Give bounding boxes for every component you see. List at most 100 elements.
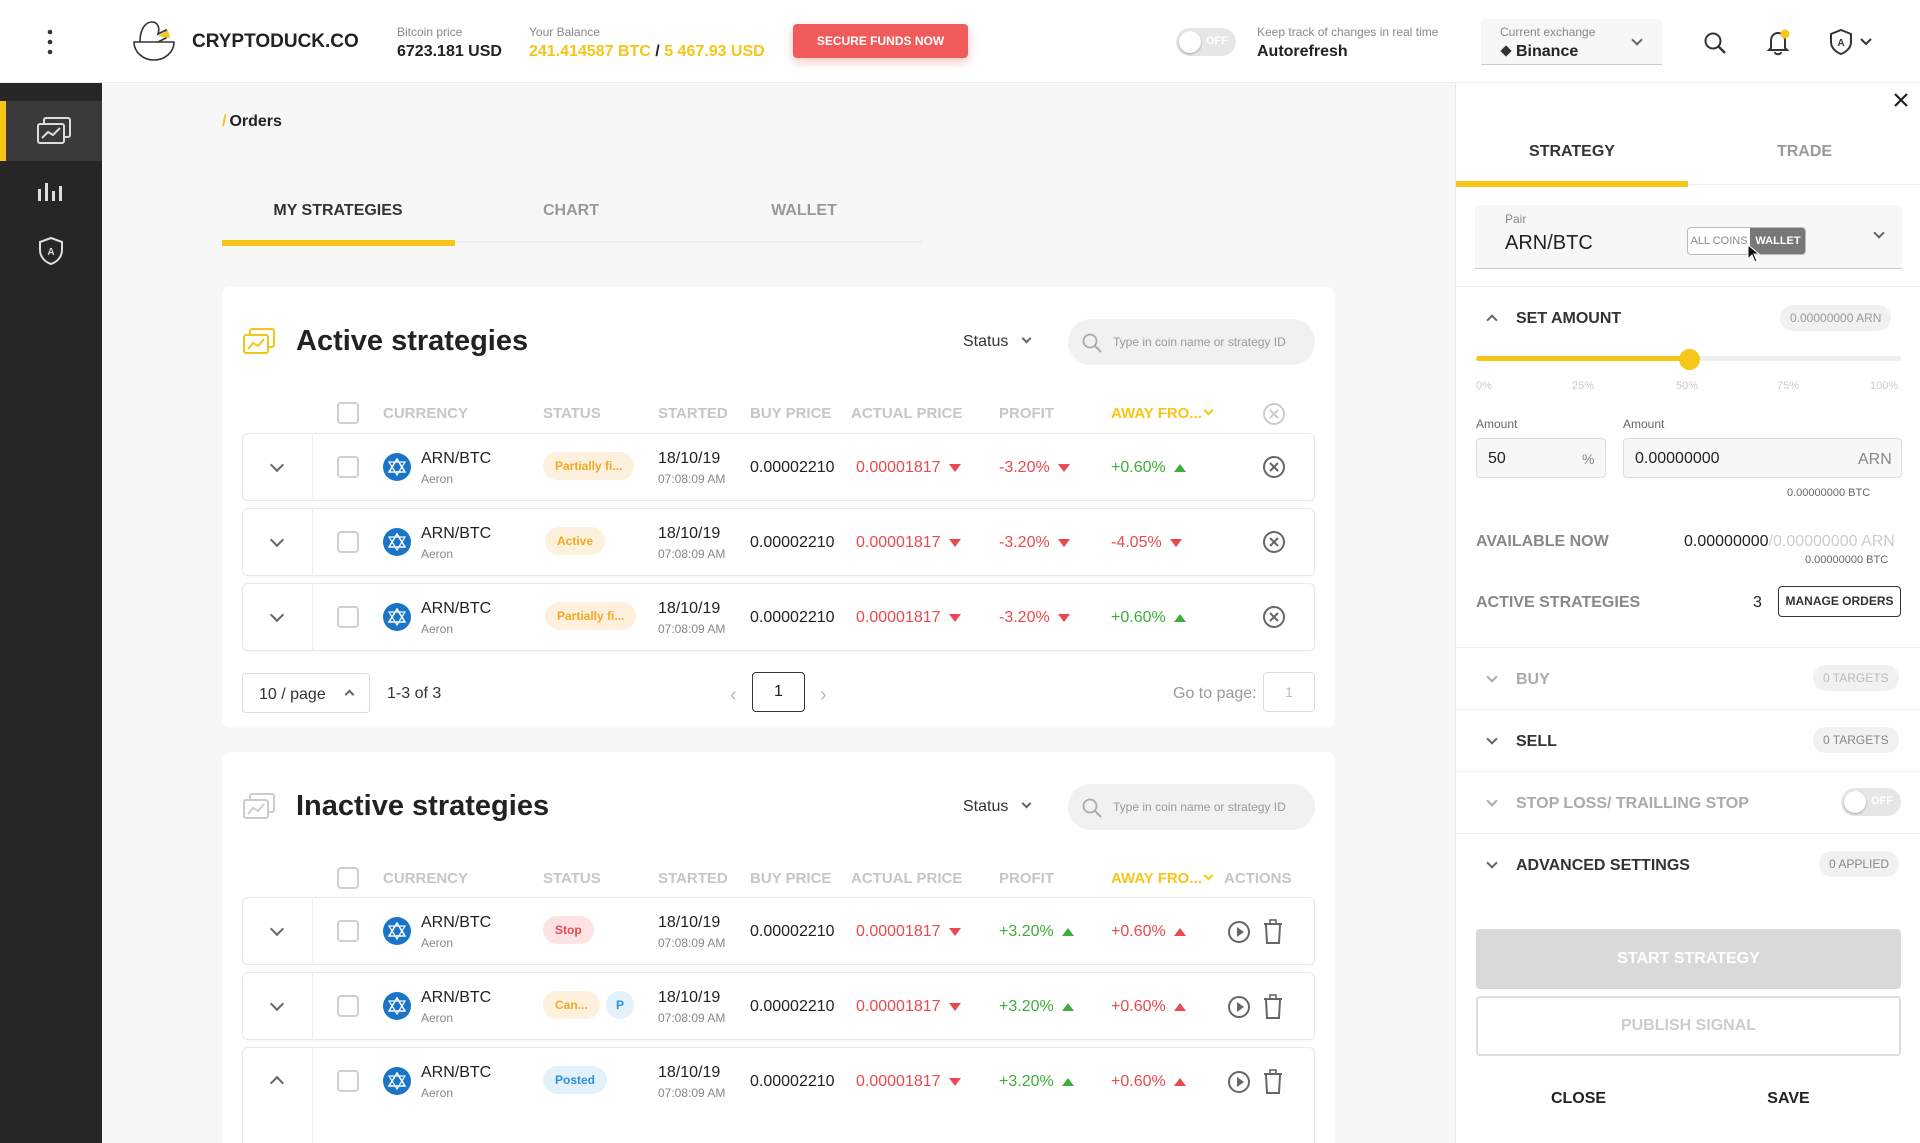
cancel-icon[interactable]: [1262, 530, 1286, 554]
top-header: CRYPTODUCK.CO Bitcoin price 6723.181 USD…: [0, 0, 1920, 83]
select-all-checkbox[interactable]: [337, 867, 359, 889]
started-date: 18/10/19: [658, 525, 721, 542]
down-arrow-icon: [948, 613, 961, 622]
status-filter-label: Status: [963, 798, 1009, 815]
stop-loss-toggle[interactable]: OFF: [1841, 788, 1901, 816]
up-arrow-icon: [1061, 927, 1074, 936]
sidebar-item-strategies[interactable]: [0, 101, 102, 161]
set-amount-title[interactable]: SET AMOUNT: [1516, 310, 1621, 328]
actual-price-value: 0.00001817: [856, 1073, 941, 1090]
down-arrow-icon: [948, 1077, 961, 1086]
column-header-actual-price[interactable]: ACTUAL PRICE: [851, 405, 962, 422]
panel-tab-strategy[interactable]: STRATEGY: [1456, 143, 1688, 161]
active-search-input[interactable]: Type in coin name or strategy ID: [1068, 319, 1315, 365]
up-arrow-icon: [1173, 927, 1186, 936]
publish-signal-button[interactable]: PUBLISH SIGNAL: [1476, 996, 1901, 1056]
column-header-started[interactable]: STARTED: [658, 405, 728, 422]
play-icon[interactable]: [1227, 1070, 1251, 1094]
inactive-search-input[interactable]: Type in coin name or strategy ID: [1068, 784, 1315, 830]
prev-page-icon[interactable]: ‹: [730, 684, 737, 707]
up-arrow-icon: [1061, 1002, 1074, 1011]
column-header-started[interactable]: STARTED: [658, 870, 728, 887]
cancel-icon[interactable]: [1262, 605, 1286, 629]
actual-price-value: 0.00001817: [856, 609, 941, 626]
panel-tab-trade[interactable]: TRADE: [1688, 143, 1920, 161]
account-shield-icon[interactable]: A: [1828, 27, 1878, 57]
column-header-buy-price[interactable]: BUY PRICE: [750, 405, 831, 422]
trash-icon[interactable]: [1262, 1069, 1284, 1095]
sell-title[interactable]: SELL: [1516, 733, 1557, 751]
manage-orders-button[interactable]: MANAGE ORDERS: [1778, 586, 1901, 617]
amount-percent-field[interactable]: 50 %: [1476, 438, 1606, 478]
buy-title[interactable]: BUY: [1516, 671, 1550, 689]
tab-wallet[interactable]: WALLET: [688, 202, 920, 220]
trash-icon[interactable]: [1262, 994, 1284, 1020]
currency-pair: ARN/BTC: [421, 1064, 492, 1081]
slider-handle[interactable]: [1678, 349, 1700, 370]
column-header-profit[interactable]: PROFIT: [999, 405, 1054, 422]
amount-arn-unit: ARN: [1858, 451, 1892, 468]
page-size-select[interactable]: 10 / page: [242, 673, 370, 713]
close-button[interactable]: CLOSE: [1456, 1090, 1701, 1108]
exchange-select[interactable]: Current exchange Binance: [1481, 19, 1662, 65]
amount-arn-label: Amount: [1623, 417, 1665, 431]
row-checkbox[interactable]: [337, 920, 359, 942]
balance-btc: 241.414587 BTC: [529, 43, 651, 60]
save-button[interactable]: SAVE: [1666, 1090, 1911, 1108]
active-status-filter[interactable]: Status: [963, 333, 1032, 351]
next-page-icon[interactable]: ›: [820, 684, 827, 707]
row-checkbox[interactable]: [337, 531, 359, 553]
svg-text:A: A: [47, 247, 54, 258]
play-icon[interactable]: [1227, 920, 1251, 944]
inactive-status-filter[interactable]: Status: [963, 798, 1032, 816]
row-checkbox[interactable]: [337, 456, 359, 478]
row-checkbox[interactable]: [337, 1070, 359, 1092]
status-badge: Partially fi...: [545, 602, 637, 630]
start-strategy-button[interactable]: START STRATEGY: [1476, 929, 1901, 989]
posted-badge: P: [606, 991, 634, 1019]
column-header-buy-price[interactable]: BUY PRICE: [750, 870, 831, 887]
column-header-actual-price[interactable]: ACTUAL PRICE: [851, 870, 962, 887]
tab-my-strategies[interactable]: MY STRATEGIES: [222, 202, 454, 220]
notification-bell-icon[interactable]: [1766, 28, 1792, 56]
select-all-checkbox[interactable]: [337, 402, 359, 424]
away-from-value: -4.05%: [1111, 534, 1162, 551]
menu-icon[interactable]: [44, 28, 56, 56]
row-checkbox[interactable]: [337, 606, 359, 628]
column-header-currency[interactable]: CURRENCY: [383, 405, 468, 422]
panel-tab-active-indicator: [1456, 181, 1688, 187]
amount-arn-field[interactable]: 0.00000000 ARN: [1623, 438, 1902, 478]
column-header-status[interactable]: STATUS: [543, 405, 601, 422]
amount-slider[interactable]: [1476, 349, 1901, 370]
breadcrumb-label[interactable]: Orders: [229, 113, 281, 130]
close-panel-icon[interactable]: [1892, 91, 1910, 109]
stop-loss-title[interactable]: STOP LOSS/ TRAILLING STOP: [1516, 795, 1749, 813]
tab-chart[interactable]: CHART: [455, 202, 687, 220]
search-icon[interactable]: [1703, 31, 1727, 55]
aeron-coin-icon: [383, 528, 411, 556]
sidebar-item-analytics[interactable]: [0, 161, 102, 221]
table-row[interactable]: [242, 1047, 1315, 1143]
play-icon[interactable]: [1227, 995, 1251, 1019]
trash-icon[interactable]: [1262, 919, 1284, 945]
aeron-coin-icon: [383, 453, 411, 481]
column-header-away-from[interactable]: AWAY FRO...: [1111, 405, 1214, 422]
column-header-away-from[interactable]: AWAY FRO...: [1111, 870, 1214, 887]
sidebar-item-security[interactable]: A: [0, 221, 102, 281]
all-coins-option[interactable]: ALL COINS: [1688, 228, 1750, 254]
advanced-settings-title[interactable]: ADVANCED SETTINGS: [1516, 857, 1690, 875]
current-page[interactable]: 1: [752, 672, 805, 712]
clear-all-icon[interactable]: [1262, 402, 1286, 426]
duck-logo-icon[interactable]: [130, 18, 178, 62]
inactive-strategies-icon: [242, 792, 276, 822]
goto-page-input[interactable]: 1: [1263, 672, 1315, 712]
row-checkbox[interactable]: [337, 995, 359, 1017]
pair-select[interactable]: Pair ARN/BTC ALL COINS WALLET: [1475, 205, 1902, 269]
column-header-profit[interactable]: PROFIT: [999, 870, 1054, 887]
column-header-currency[interactable]: CURRENCY: [383, 870, 468, 887]
secure-funds-button[interactable]: SECURE FUNDS NOW: [793, 24, 968, 58]
cancel-icon[interactable]: [1262, 455, 1286, 479]
column-header-status[interactable]: STATUS: [543, 870, 601, 887]
autorefresh-toggle[interactable]: OFF: [1176, 28, 1236, 56]
inactive-strategies-title: Inactive strategies: [296, 790, 550, 822]
